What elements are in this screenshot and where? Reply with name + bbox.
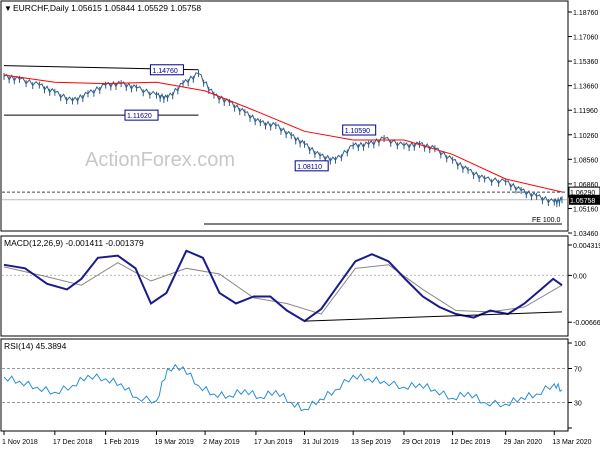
x-tick-label: 2 May 2019 (203, 439, 240, 446)
price-tick-label: 1.11960 (573, 108, 598, 115)
price-tick-label: 1.10260 (573, 133, 598, 140)
price-tick-label: 1.03460 (573, 231, 598, 238)
price-tick-label: 1.18760 (573, 10, 598, 17)
rsi-title: RSI(14) 45.3894 (4, 341, 67, 351)
price-panel-frame (0, 0, 569, 232)
chart-canvas: ▼ EURCHF,Daily 1.05615 1.05844 1.05529 1… (0, 0, 600, 446)
annotation-label: 1.10590 (345, 128, 370, 135)
x-tick-label: 19 Mar 2019 (154, 439, 193, 446)
x-tick-label: 17 Dec 2018 (53, 439, 93, 446)
chart-window: ▼ EURCHF,Daily 1.05615 1.05844 1.05529 1… (0, 0, 600, 450)
x-tick-label: 29 Jan 2020 (504, 439, 543, 446)
price-tick-label: 1.08560 (573, 157, 598, 164)
macd-tick-label: 0.00 (573, 273, 587, 280)
x-tick-label: 1 Nov 2018 (2, 439, 38, 446)
macd-tick-label: -0.006663 (573, 320, 600, 327)
price-header-label: EURCHF,Daily 1.05615 1.05844 1.05529 1.0… (13, 3, 201, 13)
rsi-panel-frame (0, 338, 569, 432)
menu-triangle-icon[interactable]: ▼ (4, 4, 12, 13)
x-tick-label: 29 Oct 2019 (402, 439, 440, 446)
x-tick-label: 12 Dec 2019 (451, 439, 491, 446)
macd-title: MACD(12,26,9) -0.001411 -0.001379 (4, 238, 144, 248)
x-tick-label: 31 Jul 2019 (303, 439, 339, 446)
x-tick-label: 17 Jun 2019 (254, 439, 293, 446)
rsi-tick-label: 30 (574, 401, 582, 408)
x-axis: 1 Nov 2018 17 Dec 2018 1 Feb 2019 19 Mar 20… (2, 431, 592, 446)
price-tick-label: 1.15360 (573, 59, 598, 66)
price-tick-label: 1.13660 (573, 84, 598, 91)
x-tick-label: 1 Feb 2019 (104, 439, 140, 446)
x-tick-label: 13 Mar 2020 (552, 439, 591, 446)
current-price-label: 1.05758 (570, 198, 595, 205)
macd-tick-label: 0.004319 (573, 243, 600, 250)
annotation-label: 1.11620 (127, 113, 152, 120)
rsi-tick-label: 70 (574, 367, 582, 374)
annotation-label: 1.14760 (152, 68, 177, 75)
annotation-label: 1.08110 (297, 164, 322, 171)
rsi-tick-label: 100 (574, 341, 586, 348)
macd-panel-frame (0, 235, 569, 337)
price-tick-label: 1.17060 (573, 35, 598, 42)
price-tick-label: 1.05160 (573, 206, 598, 213)
x-tick-label: 13 Sep 2019 (351, 439, 391, 446)
watermark: ActionForex.com (85, 149, 235, 171)
fe-annotation: FE 100.0 (532, 217, 561, 224)
